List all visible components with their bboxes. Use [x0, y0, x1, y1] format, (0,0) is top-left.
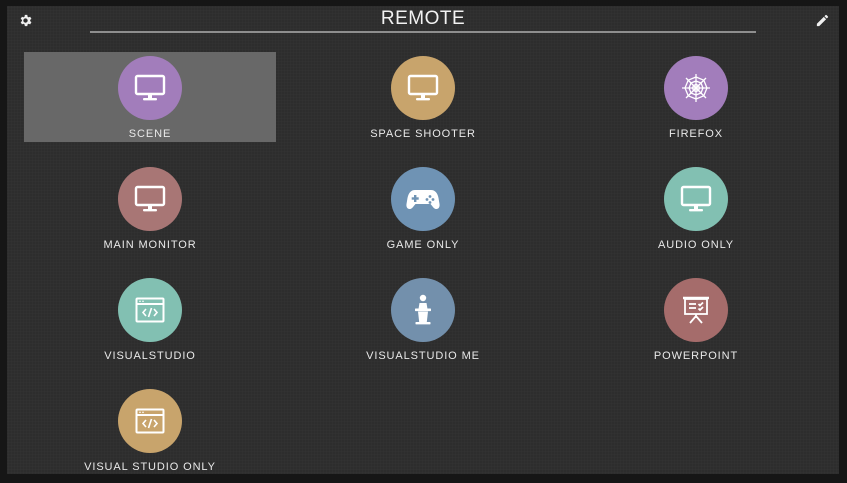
monitor-icon — [134, 184, 166, 214]
monitor-icon — [680, 184, 712, 214]
tile-label: SPACE SHOOTER — [370, 128, 476, 140]
tile-label: GAME ONLY — [386, 239, 460, 251]
tile-icon-circle — [664, 167, 728, 231]
tile-icon-circle — [118, 389, 182, 453]
monitor-icon — [407, 73, 439, 103]
tile-icon-circle — [118, 167, 182, 231]
tile-label: FIREFOX — [669, 128, 723, 140]
tile-label: VISUALSTUDIO ME — [366, 350, 480, 362]
tile-icon-circle — [391, 278, 455, 342]
tile-icon-circle — [664, 56, 728, 120]
tile-label: SCENE — [128, 128, 172, 140]
code-window-icon — [135, 408, 165, 434]
monitor-icon — [134, 73, 166, 103]
tile-label: MAIN MONITOR — [103, 239, 197, 251]
tile-scene[interactable]: SCENE — [24, 52, 276, 142]
tile-label: VISUAL STUDIO ONLY — [84, 461, 216, 473]
tile-visual-studio-only[interactable]: VISUAL STUDIO ONLY — [24, 385, 276, 474]
presenter-icon — [411, 294, 435, 326]
tile-icon-circle — [118, 56, 182, 120]
tile-visualstudio-me[interactable]: VISUALSTUDIO ME — [297, 274, 549, 364]
tile-visualstudio[interactable]: VISUALSTUDIO — [24, 274, 276, 364]
tile-label: AUDIO ONLY — [657, 239, 735, 251]
edit-button[interactable] — [813, 11, 831, 29]
gamepad-icon — [406, 187, 440, 211]
tile-icon-circle — [118, 278, 182, 342]
tile-label: POWERPOINT — [653, 350, 739, 362]
presentation-board-icon — [681, 295, 711, 325]
tile-powerpoint[interactable]: POWERPOINT — [570, 274, 822, 364]
tile-audio-only[interactable]: AUDIO ONLY — [570, 163, 822, 253]
tile-label: VISUALSTUDIO — [104, 350, 196, 362]
page-title: REMOTE — [380, 8, 466, 29]
tile-main-monitor[interactable]: MAIN MONITOR — [24, 163, 276, 253]
title-divider — [90, 31, 756, 33]
tile-firefox[interactable]: FIREFOX — [570, 52, 822, 142]
remote-panel: REMOTE SCENE SPACE SHOOTER FIREFOX MAIN … — [7, 6, 839, 474]
tile-icon-circle — [664, 278, 728, 342]
tile-icon-circle — [391, 56, 455, 120]
tile-game-only[interactable]: GAME ONLY — [297, 163, 549, 253]
tile-icon-circle — [391, 167, 455, 231]
tile-space-shooter[interactable]: SPACE SHOOTER — [297, 52, 549, 142]
spiderweb-icon — [680, 72, 712, 104]
pencil-icon — [815, 13, 830, 28]
code-window-icon — [135, 297, 165, 323]
